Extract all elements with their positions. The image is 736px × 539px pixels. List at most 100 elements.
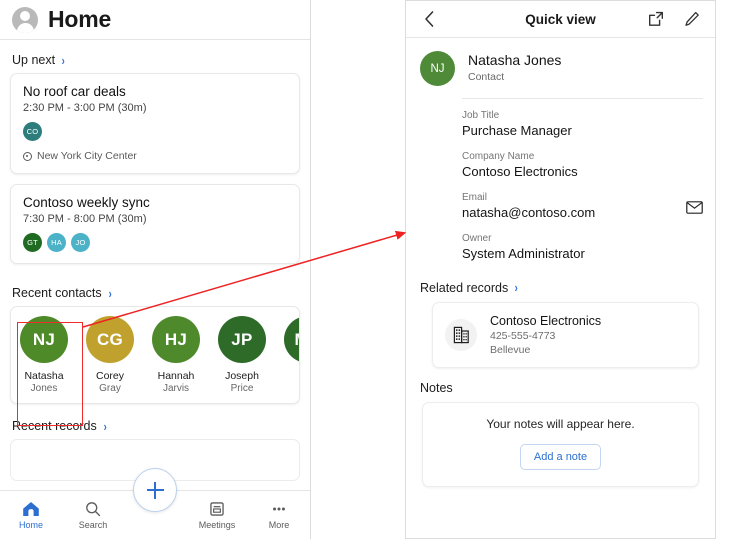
contact-name-block: Natasha Jones Contact [468,51,561,83]
field-owner: Owner System Administrator [462,233,703,261]
attendee-avatar[interactable]: HA [47,233,66,252]
chevron-right-icon: › [61,52,65,68]
meeting-time: 2:30 PM - 3:00 PM (30m) [23,102,147,114]
related-record-city: Bellevue [490,344,531,356]
section-label: Up next [12,53,56,67]
nav-label: Home [18,519,43,530]
attendee-list: CO [23,122,287,141]
attendee-avatar[interactable]: GT [23,233,42,252]
contact-last-name: Gray [99,383,121,394]
nav-item-home[interactable]: Home [0,501,62,530]
attendee-list: GT HA JO [23,233,287,252]
related-record-item[interactable]: Contoso Electronics 425-555-4773 Bellevu… [432,302,699,368]
related-record-text: Contoso Electronics 425-555-4773 Bellevu… [490,314,601,356]
location-pin-icon [23,151,32,161]
nav-item-meetings[interactable]: Meetings [186,501,248,530]
contact-first-name: Hannah [157,370,195,382]
chevron-right-icon: › [103,418,107,434]
chevron-right-icon: › [514,280,518,295]
avatar: HJ [152,316,200,363]
nav-label: Search [78,519,108,530]
meeting-card[interactable]: Contoso weekly sync 7:30 PM - 8:00 PM (3… [10,184,300,264]
meeting-location-label: New York City Center [37,150,137,162]
field-job-title: Job Title Purchase Manager [462,110,703,138]
open-in-new-icon [649,11,664,26]
avatar: CG [86,316,134,363]
field-company-name: Company Name Contoso Electronics [462,151,703,179]
avatar: JP [218,316,266,363]
person-icon[interactable] [12,6,38,33]
nav-label: Meetings [198,519,236,530]
section-label: Related records [420,280,509,295]
attendee-avatar[interactable]: CO [23,122,42,141]
send-email-button[interactable] [686,201,703,219]
section-label: Recent records [12,419,97,433]
contact-first-name: Natasha [24,370,64,382]
contact-first-name: Joseph [225,370,259,382]
contact-item[interactable]: HJ Hannah Jarvis [143,316,209,394]
header-actions [645,8,703,30]
field-label: Owner [462,233,492,244]
avatar: NJ [420,51,455,86]
contact-name: Natasha Jones [468,52,562,68]
contact-item[interactable]: CG Corey Gray [77,316,143,394]
page-title: Home [48,6,112,32]
add-button[interactable] [133,468,177,512]
related-record-title: Contoso Electronics [490,314,602,328]
field-value: Purchase Manager [462,123,572,138]
avatar: NJ [20,316,68,363]
nav-item-more[interactable]: More [248,501,310,530]
section-label: Recent contacts [12,286,102,300]
section-header-up-next[interactable]: Up next › [0,41,310,73]
contact-last-name: Jarvis [162,383,190,394]
section-label: Notes [420,381,453,395]
chevron-left-icon [424,11,433,27]
contact-last-name: Jones [30,383,58,394]
field-value: natasha@contoso.com [462,205,596,220]
field-value: Contoso Electronics [462,164,578,179]
quick-view-header: Quick view [406,1,715,38]
notes-card: Your notes will appear here. Add a note [422,402,699,487]
related-record-phone: 425-555-4773 [490,330,556,342]
nav-label: More [268,519,290,530]
section-header-recent-contacts[interactable]: Recent contacts › [0,274,310,306]
mail-icon [686,201,703,214]
add-note-button[interactable]: Add a note [519,444,602,470]
meetings-icon [210,501,224,516]
pencil-icon [685,11,699,26]
contact-item[interactable]: NJ Natasha Jones [11,316,77,394]
contact-first-name: Corey [95,370,124,382]
quick-view-phone-panel: Quick view NJ Natasha Jones Contact Job … [405,0,716,539]
more-icon [273,506,285,511]
section-header-recent-records[interactable]: Recent records › [0,404,310,439]
section-header-related-records[interactable]: Related records › [406,274,715,302]
contact-fields: Job Title Purchase Manager Company Name … [462,98,703,261]
notes-empty-text: Your notes will appear here. [486,417,635,431]
section-header-notes: Notes [406,368,715,402]
home-scroll-body: Up next › No roof car deals 2:30 PM - 3:… [0,41,310,539]
field-email: Email natasha@contoso.com [462,192,703,220]
contact-type: Contact [468,71,505,83]
recent-contacts-strip: NJ Natasha Jones CG Corey Gray HJ Hannah… [10,306,300,404]
building-icon [453,326,469,344]
contact-last-name: Price [230,383,254,394]
back-button[interactable] [418,8,440,30]
nav-item-search[interactable]: Search [62,501,124,530]
contact-item[interactable]: MR M Ro [275,316,299,394]
avatar: MR [284,316,299,363]
meeting-card[interactable]: No roof car deals 2:30 PM - 3:00 PM (30m… [10,73,300,174]
field-label: Company Name [462,151,535,162]
plus-icon [146,481,164,499]
meeting-location: New York City Center [23,150,287,162]
search-icon [86,501,101,516]
open-in-new-button[interactable] [645,8,667,30]
contact-item[interactable]: JP Joseph Price [209,316,275,394]
home-phone-panel: Home Up next › No roof car deals 2:30 PM… [0,0,311,539]
attendee-avatar[interactable]: JO [71,233,90,252]
edit-button[interactable] [681,8,703,30]
chevron-right-icon: › [108,285,112,301]
field-label: Job Title [462,110,500,121]
building-icon-wrapper [445,319,477,351]
contact-summary: NJ Natasha Jones Contact [406,38,715,98]
field-label: Email [462,192,488,203]
